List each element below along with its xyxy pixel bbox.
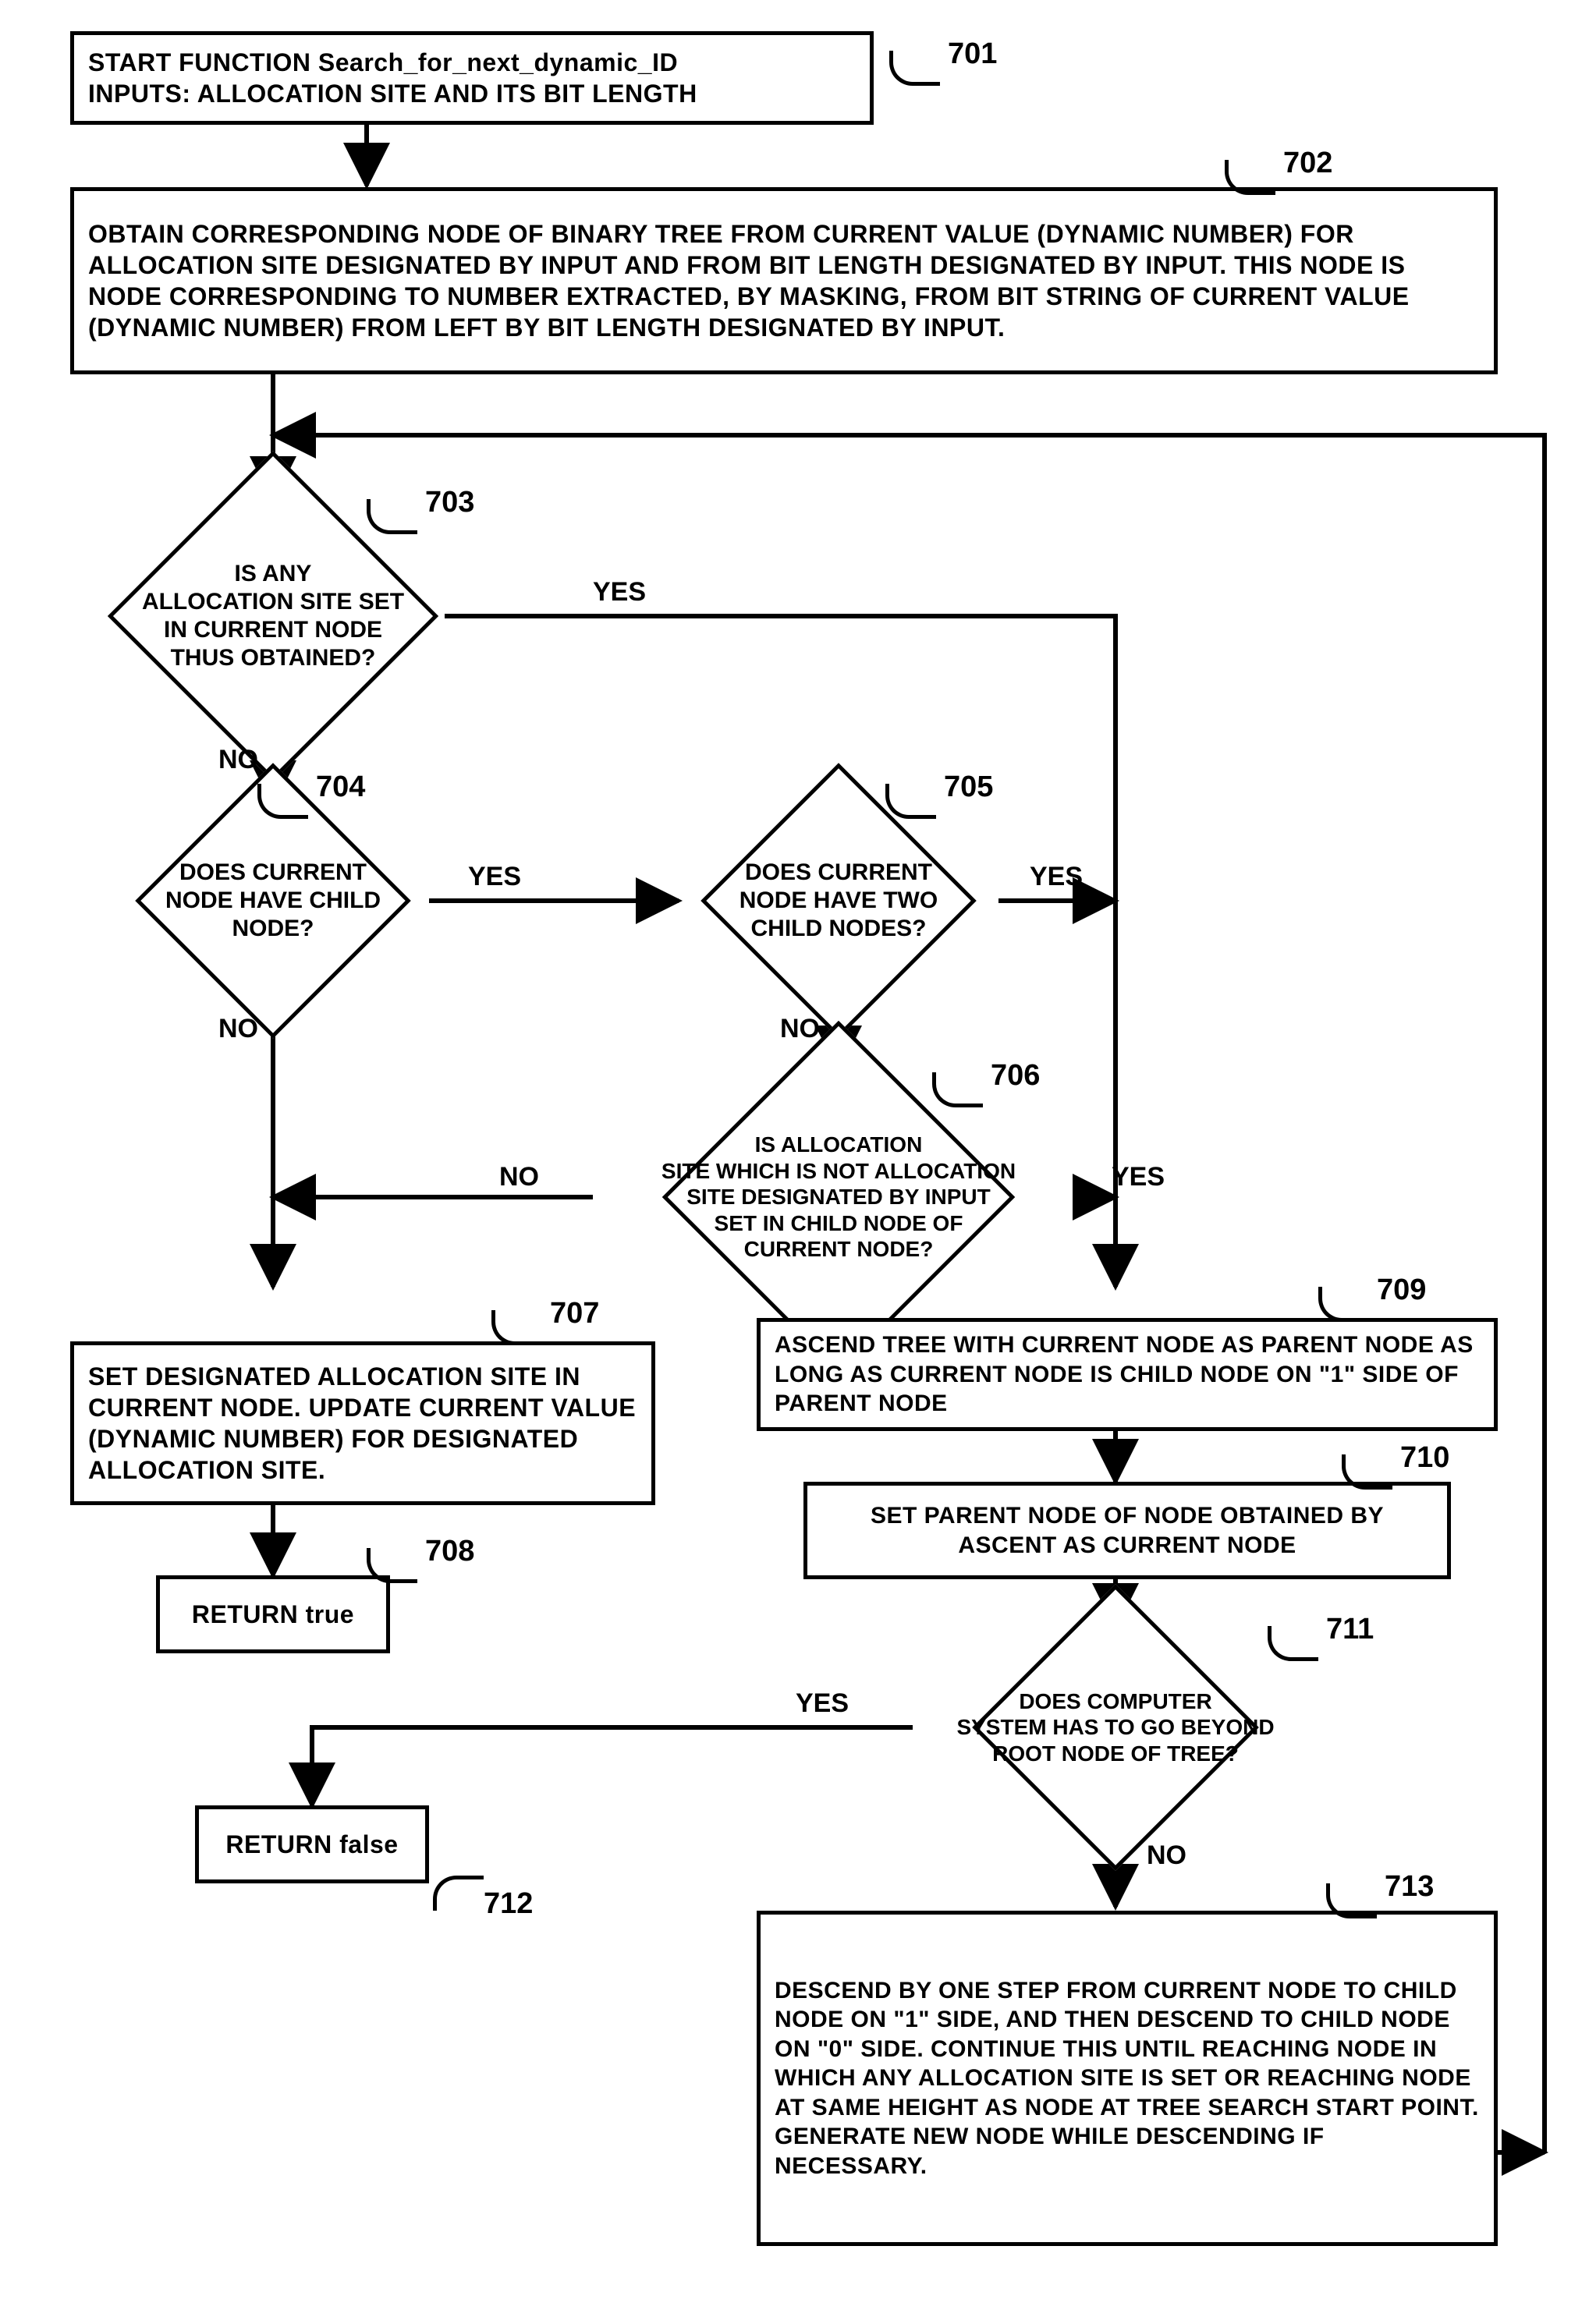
ref-label-712: 712	[484, 1887, 533, 1921]
ref-label-705: 705	[944, 771, 993, 804]
ref-label-713: 713	[1385, 1870, 1434, 1904]
edge-label-yes: YES	[1112, 1162, 1165, 1192]
node-713-process: DESCEND BY ONE STEP FROM CURRENT NODE TO…	[757, 1911, 1498, 2246]
ref-hook-icon	[1318, 1287, 1369, 1322]
node-712-text: RETURN false	[225, 1829, 398, 1860]
node-710-text: SET PARENT NODE OF NODE OBTAINED BY ASCE…	[821, 1501, 1433, 1560]
edge-label-no: NO	[499, 1162, 539, 1192]
node-703-text: IS ANYALLOCATION SITE SETIN CURRENT NODE…	[142, 560, 404, 672]
node-711-text: DOES COMPUTERSYSTEM HAS TO GO BEYONDROOT…	[956, 1688, 1274, 1767]
ref-label-706: 706	[991, 1059, 1040, 1093]
node-709-process: ASCEND TREE WITH CURRENT NODE AS PARENT …	[757, 1318, 1498, 1431]
ref-label-711: 711	[1326, 1613, 1374, 1646]
ref-label-703: 703	[425, 486, 474, 519]
node-711-decision: DOES COMPUTERSYSTEM HAS TO GO BEYONDROOT…	[1014, 1626, 1217, 1829]
node-702-text: OBTAIN CORRESPONDING NODE OF BINARY TREE…	[88, 218, 1480, 343]
node-704-text: DOES CURRENTNODE HAVE CHILDNODE?	[165, 859, 381, 943]
node-701-text: START FUNCTION Search_for_next_dynamic_I…	[88, 47, 697, 109]
edge-label-yes: YES	[468, 862, 521, 892]
edge-label-no: NO	[1147, 1840, 1186, 1871]
flowchart-canvas: START FUNCTION Search_for_next_dynamic_I…	[0, 0, 1589, 2324]
node-704-decision: DOES CURRENTNODE HAVE CHILDNODE?	[176, 803, 371, 998]
node-708-terminator: RETURN true	[156, 1575, 390, 1653]
ref-hook-icon	[433, 1876, 484, 1911]
ref-label-710: 710	[1400, 1441, 1449, 1475]
ref-label-701: 701	[948, 37, 997, 71]
edge-label-no: NO	[218, 745, 258, 775]
edge-label-no: NO	[780, 1014, 820, 1044]
node-709-text: ASCEND TREE WITH CURRENT NODE AS PARENT …	[775, 1330, 1480, 1419]
edge-label-yes: YES	[1030, 862, 1083, 892]
node-706-text: IS ALLOCATIONSITE WHICH IS NOT ALLOCATIO…	[661, 1132, 1016, 1263]
node-702-process: OBTAIN CORRESPONDING NODE OF BINARY TREE…	[70, 187, 1498, 374]
ref-label-702: 702	[1283, 147, 1332, 180]
node-701-start: START FUNCTION Search_for_next_dynamic_I…	[70, 31, 874, 125]
node-706-decision: IS ALLOCATIONSITE WHICH IS NOT ALLOCATIO…	[714, 1072, 963, 1322]
ref-label-704: 704	[316, 771, 365, 804]
node-707-process: SET DESIGNATED ALLOCATION SITE IN CURREN…	[70, 1341, 655, 1505]
node-703-decision: IS ANYALLOCATION SITE SETIN CURRENT NODE…	[156, 499, 390, 733]
edge-label-no: NO	[218, 1014, 258, 1044]
node-712-terminator: RETURN false	[195, 1805, 429, 1883]
node-705-decision: DOES CURRENTNODE HAVE TWOCHILD NODES?	[741, 803, 936, 998]
edge-label-yes: YES	[593, 577, 646, 608]
ref-hook-icon	[491, 1310, 542, 1345]
node-713-text: DESCEND BY ONE STEP FROM CURRENT NODE TO…	[775, 1976, 1480, 2181]
node-710-process: SET PARENT NODE OF NODE OBTAINED BY ASCE…	[803, 1482, 1451, 1579]
node-705-text: DOES CURRENTNODE HAVE TWOCHILD NODES?	[740, 859, 938, 943]
ref-label-708: 708	[425, 1535, 474, 1568]
node-708-text: RETURN true	[192, 1599, 354, 1630]
ref-label-707: 707	[550, 1297, 599, 1330]
ref-label-709: 709	[1377, 1274, 1426, 1307]
ref-hook-icon	[889, 51, 940, 86]
node-707-text: SET DESIGNATED ALLOCATION SITE IN CURREN…	[88, 1361, 637, 1486]
edge-label-yes: YES	[796, 1688, 849, 1719]
